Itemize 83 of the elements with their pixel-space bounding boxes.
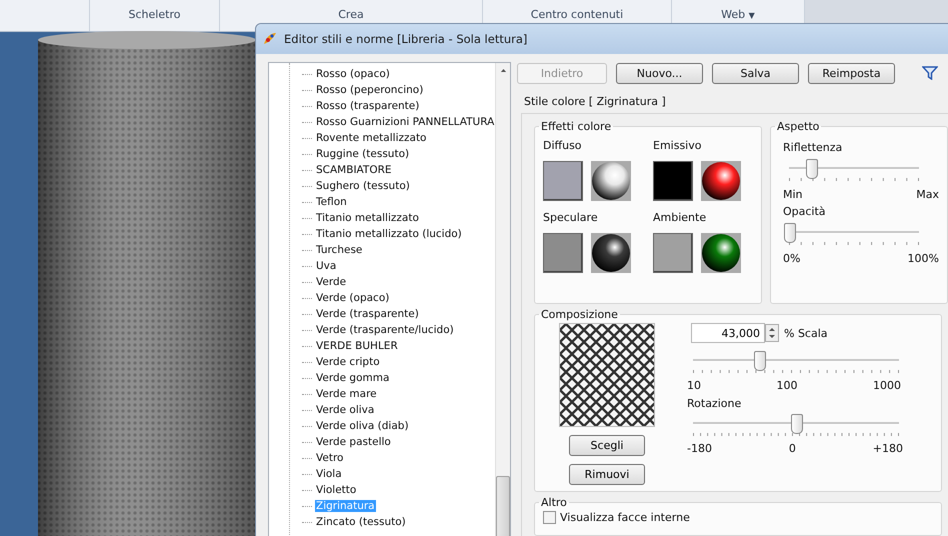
scale-input[interactable]: 43,000	[691, 323, 765, 343]
sphere-preview	[591, 161, 631, 201]
scrollbar-thumb[interactable]	[496, 476, 510, 536]
color-swatch[interactable]	[543, 161, 583, 201]
ribbon-group-label: Scheletro	[128, 8, 180, 21]
group-title: Aspetto	[776, 120, 820, 133]
checkbox-label: Visualizza facce interne	[560, 511, 690, 524]
tree-item[interactable]: Verde oliva	[315, 404, 376, 416]
tree-item[interactable]: Verde oliva (diab)	[315, 420, 410, 432]
filter-icon[interactable]	[922, 66, 938, 80]
choose-button[interactable]: Scegli	[569, 435, 645, 456]
rotation-tick-label: +180	[872, 442, 903, 455]
effect-label: Emissivo	[653, 139, 702, 152]
slider-thumb[interactable]	[806, 159, 818, 179]
tree-item[interactable]: Violetto	[315, 484, 358, 496]
rotation-tick-label: -180	[687, 442, 712, 455]
effect-label: Diffuso	[543, 139, 583, 152]
effect-label: Ambiente	[653, 211, 708, 224]
slider-thumb[interactable]	[754, 351, 766, 371]
tree-item[interactable]: Rosso Guarnizioni PANNELLATURA	[315, 116, 496, 128]
effect-label: Speculare	[543, 211, 599, 224]
slider-max-label: 100%	[908, 252, 939, 265]
dropdown-arrow-icon[interactable]: ▼	[748, 11, 755, 20]
tree-item[interactable]: VERDE BUHLER	[315, 340, 399, 352]
tree-item[interactable]: Rosso (trasparente)	[315, 100, 420, 112]
tree-item[interactable]: Verde gomma	[315, 372, 390, 384]
scroll-up-icon[interactable]	[500, 69, 507, 72]
remove-button[interactable]: Rimuovi	[569, 464, 645, 485]
checkbox[interactable]	[543, 511, 556, 524]
tree-item[interactable]: Zincato (tessuto)	[315, 516, 407, 528]
tree-item[interactable]: Teflon	[315, 196, 348, 208]
spin-arrows-icon[interactable]	[765, 324, 779, 342]
tree-item[interactable]: Titanio metallizzato	[315, 212, 420, 224]
color-swatch[interactable]	[653, 161, 693, 201]
rotation-label: Rotazione	[687, 397, 742, 410]
window-title: Editor stili e norme [Libreria - Sola lettura]	[284, 32, 528, 46]
scale-tick-label: 1000	[873, 379, 901, 392]
color-swatch[interactable]	[543, 233, 583, 273]
scale-label: % Scala	[784, 326, 828, 340]
slider-label: Riflettenza	[783, 141, 844, 154]
scrollbar[interactable]	[495, 63, 510, 536]
tree-item[interactable]: Verde (opaco)	[315, 292, 390, 304]
tree-item[interactable]: Verde cripto	[315, 356, 381, 368]
rotation-tick-label: 0	[788, 442, 796, 455]
group-title: Composizione	[540, 308, 619, 321]
tree-item[interactable]: Titanio metallizzato (lucido)	[315, 228, 463, 240]
tree-item[interactable]: Verde	[315, 276, 348, 288]
group-title: Effetti colore	[540, 120, 612, 133]
slider-max-label: Max	[916, 188, 939, 201]
slider-min-label: 0%	[783, 252, 800, 265]
section-heading: Stile colore [ Zigrinatura ]	[524, 95, 667, 108]
ribbon-group-label: Centro contenuti	[530, 8, 624, 21]
tree-item[interactable]: Ruggine (tessuto)	[315, 148, 410, 160]
tree-item[interactable]: Rovente metallizzato	[315, 132, 428, 144]
sphere-preview	[591, 233, 631, 273]
scale-tick-label: 10	[687, 379, 701, 392]
tree-item[interactable]: SCAMBIATORE	[315, 164, 393, 176]
ribbon-group-label: Crea	[338, 8, 364, 21]
tree-item[interactable]: Viola	[315, 468, 343, 480]
tree-item[interactable]: Verde mare	[315, 388, 378, 400]
tree-item[interactable]: Verde (trasparente)	[315, 308, 420, 320]
group-title: Altro	[540, 496, 568, 509]
tree-item[interactable]: Vetro	[315, 452, 344, 464]
ribbon-group-label: Web ▼	[721, 8, 755, 21]
slider-min-label: Min	[783, 188, 803, 201]
tree-item[interactable]: Sughero (tessuto)	[315, 180, 411, 192]
color-swatch[interactable]	[653, 233, 693, 273]
sphere-preview	[701, 161, 741, 201]
palette-icon	[262, 31, 278, 47]
slider-thumb[interactable]	[784, 223, 796, 243]
toolbar-button[interactable]: Reimposta	[808, 62, 895, 84]
scale-tick-label: 100	[776, 379, 798, 392]
toolbar-button[interactable]: Nuovo...	[616, 62, 703, 84]
slider-thumb[interactable]	[791, 414, 803, 434]
toolbar-button[interactable]: Salva	[712, 62, 799, 84]
tree-item[interactable]: Uva	[315, 260, 338, 272]
tree-item[interactable]: Verde (trasparente/lucido)	[315, 324, 455, 336]
tree-item[interactable]: Rosso (opaco)	[315, 68, 391, 80]
slider-label: Opacità	[783, 205, 827, 218]
tree-item[interactable]: Verde pastello	[315, 436, 392, 448]
tree-item[interactable]: Turchese	[315, 244, 364, 256]
tree-item[interactable]: Rosso (peperoncino)	[315, 84, 424, 96]
sphere-preview	[701, 233, 741, 273]
